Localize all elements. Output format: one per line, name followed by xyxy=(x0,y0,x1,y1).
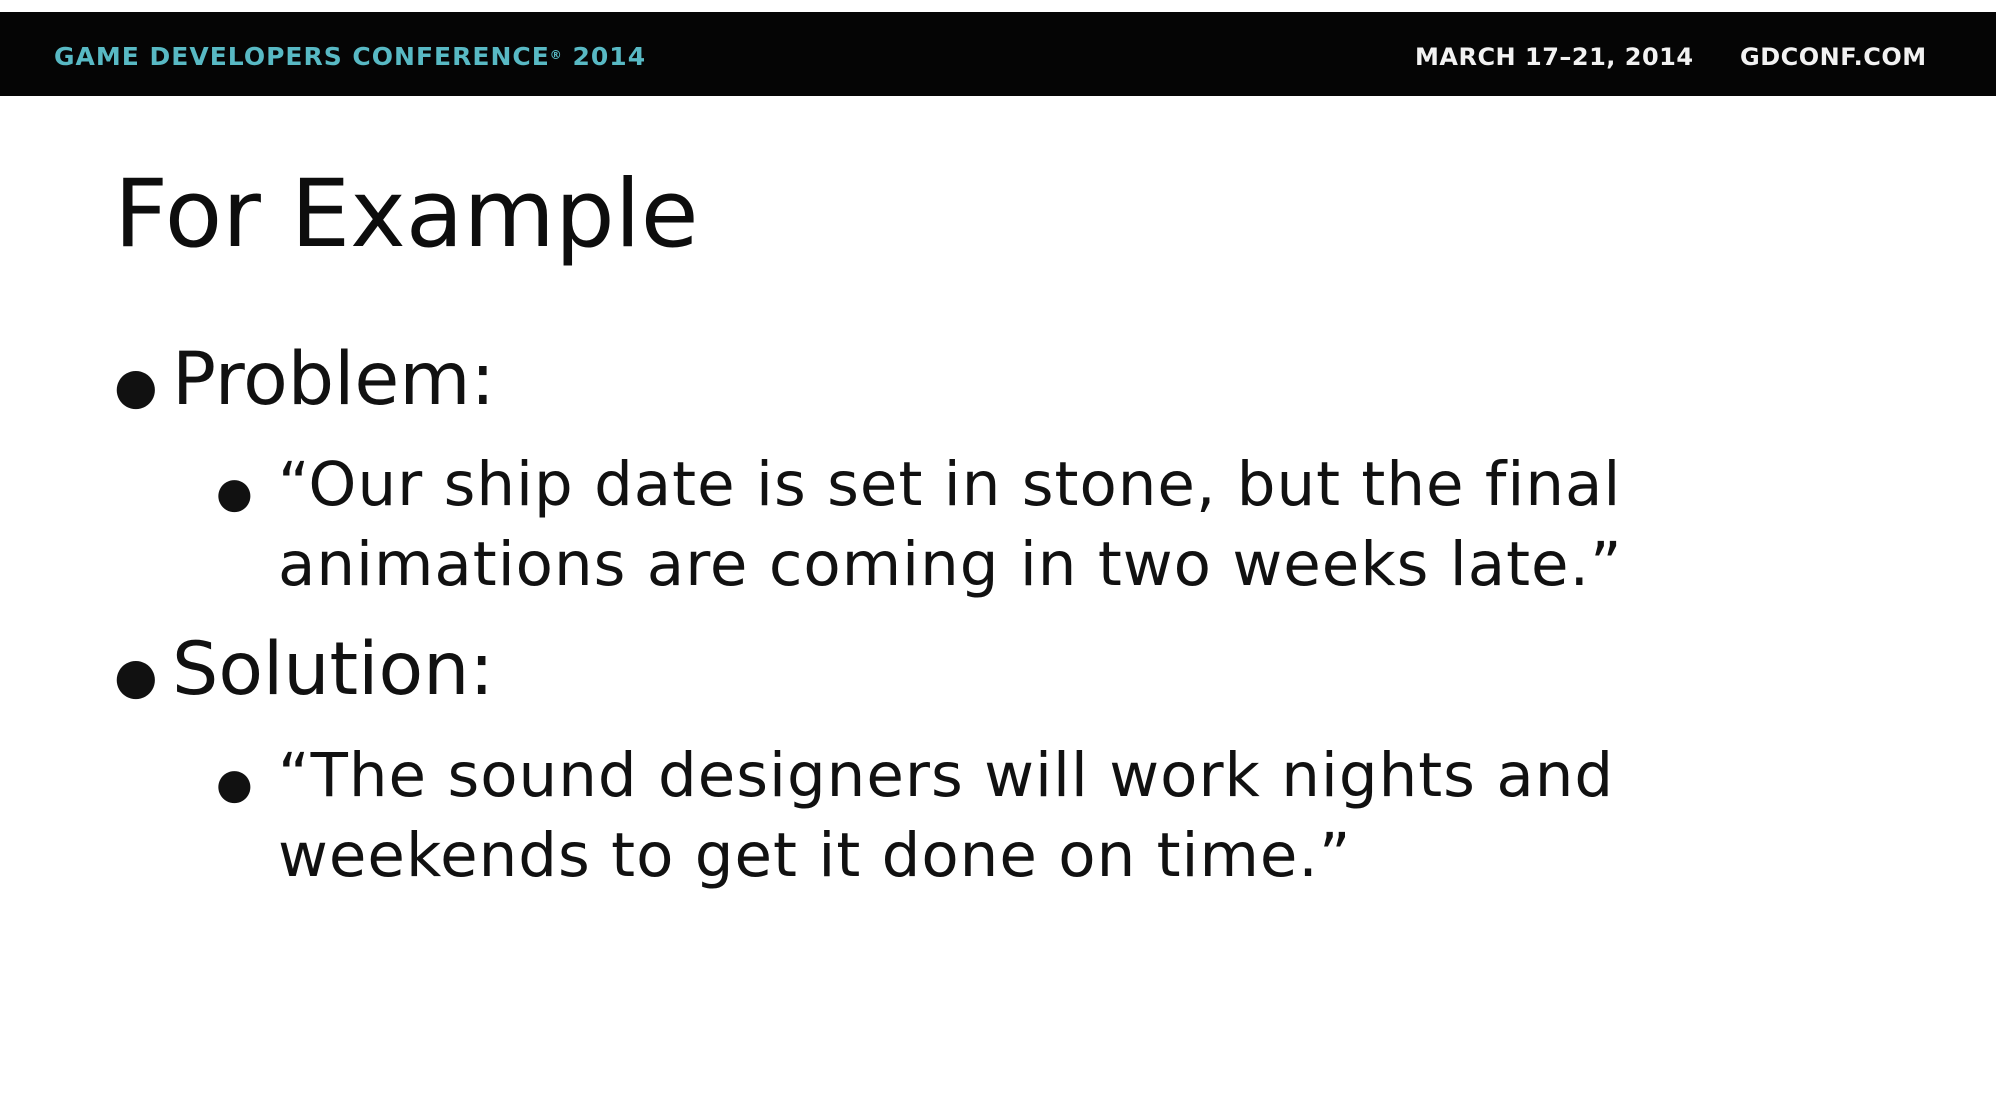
registered-mark: ® xyxy=(549,48,563,62)
bullet-dot-icon: ● xyxy=(114,647,158,705)
bullet-solution: ● Solution: xyxy=(114,628,494,712)
conference-website: GDCONF.COM xyxy=(1740,43,1927,71)
sub-bullet-dot-icon: ● xyxy=(216,759,254,808)
solution-quote-line-2: weekends to get it done on time.” xyxy=(278,820,1352,891)
sub-bullet-problem-text: “Our ship date is set in stone, but the … xyxy=(278,445,1996,605)
solution-quote-line-1: “The sound designers will work nights an… xyxy=(278,740,1615,811)
conference-dates: MARCH 17–21, 2014 xyxy=(1415,43,1694,71)
slide: GAME DEVELOPERS CONFERENCE® 2014 MARCH 1… xyxy=(0,0,1996,1112)
conference-year: 2014 xyxy=(572,42,647,71)
bullet-problem: ● Problem: xyxy=(114,338,495,422)
problem-quote-line-2: animations are coming in two weeks late.… xyxy=(278,529,1623,600)
slide-title: For Example xyxy=(114,160,699,269)
conference-name-text: GAME DEVELOPERS CONFERENCE xyxy=(54,42,550,71)
problem-quote-line-1: “Our ship date is set in stone, but the … xyxy=(278,449,1622,520)
conference-name: GAME DEVELOPERS CONFERENCE® 2014 xyxy=(54,42,646,72)
sub-bullet-dot-icon: ● xyxy=(216,468,254,517)
sub-bullet-solution-text: “The sound designers will work nights an… xyxy=(278,736,1996,896)
bullet-label-solution: Solution: xyxy=(172,627,494,712)
bullet-label-problem: Problem: xyxy=(172,337,496,422)
bullet-dot-icon: ● xyxy=(114,357,158,415)
